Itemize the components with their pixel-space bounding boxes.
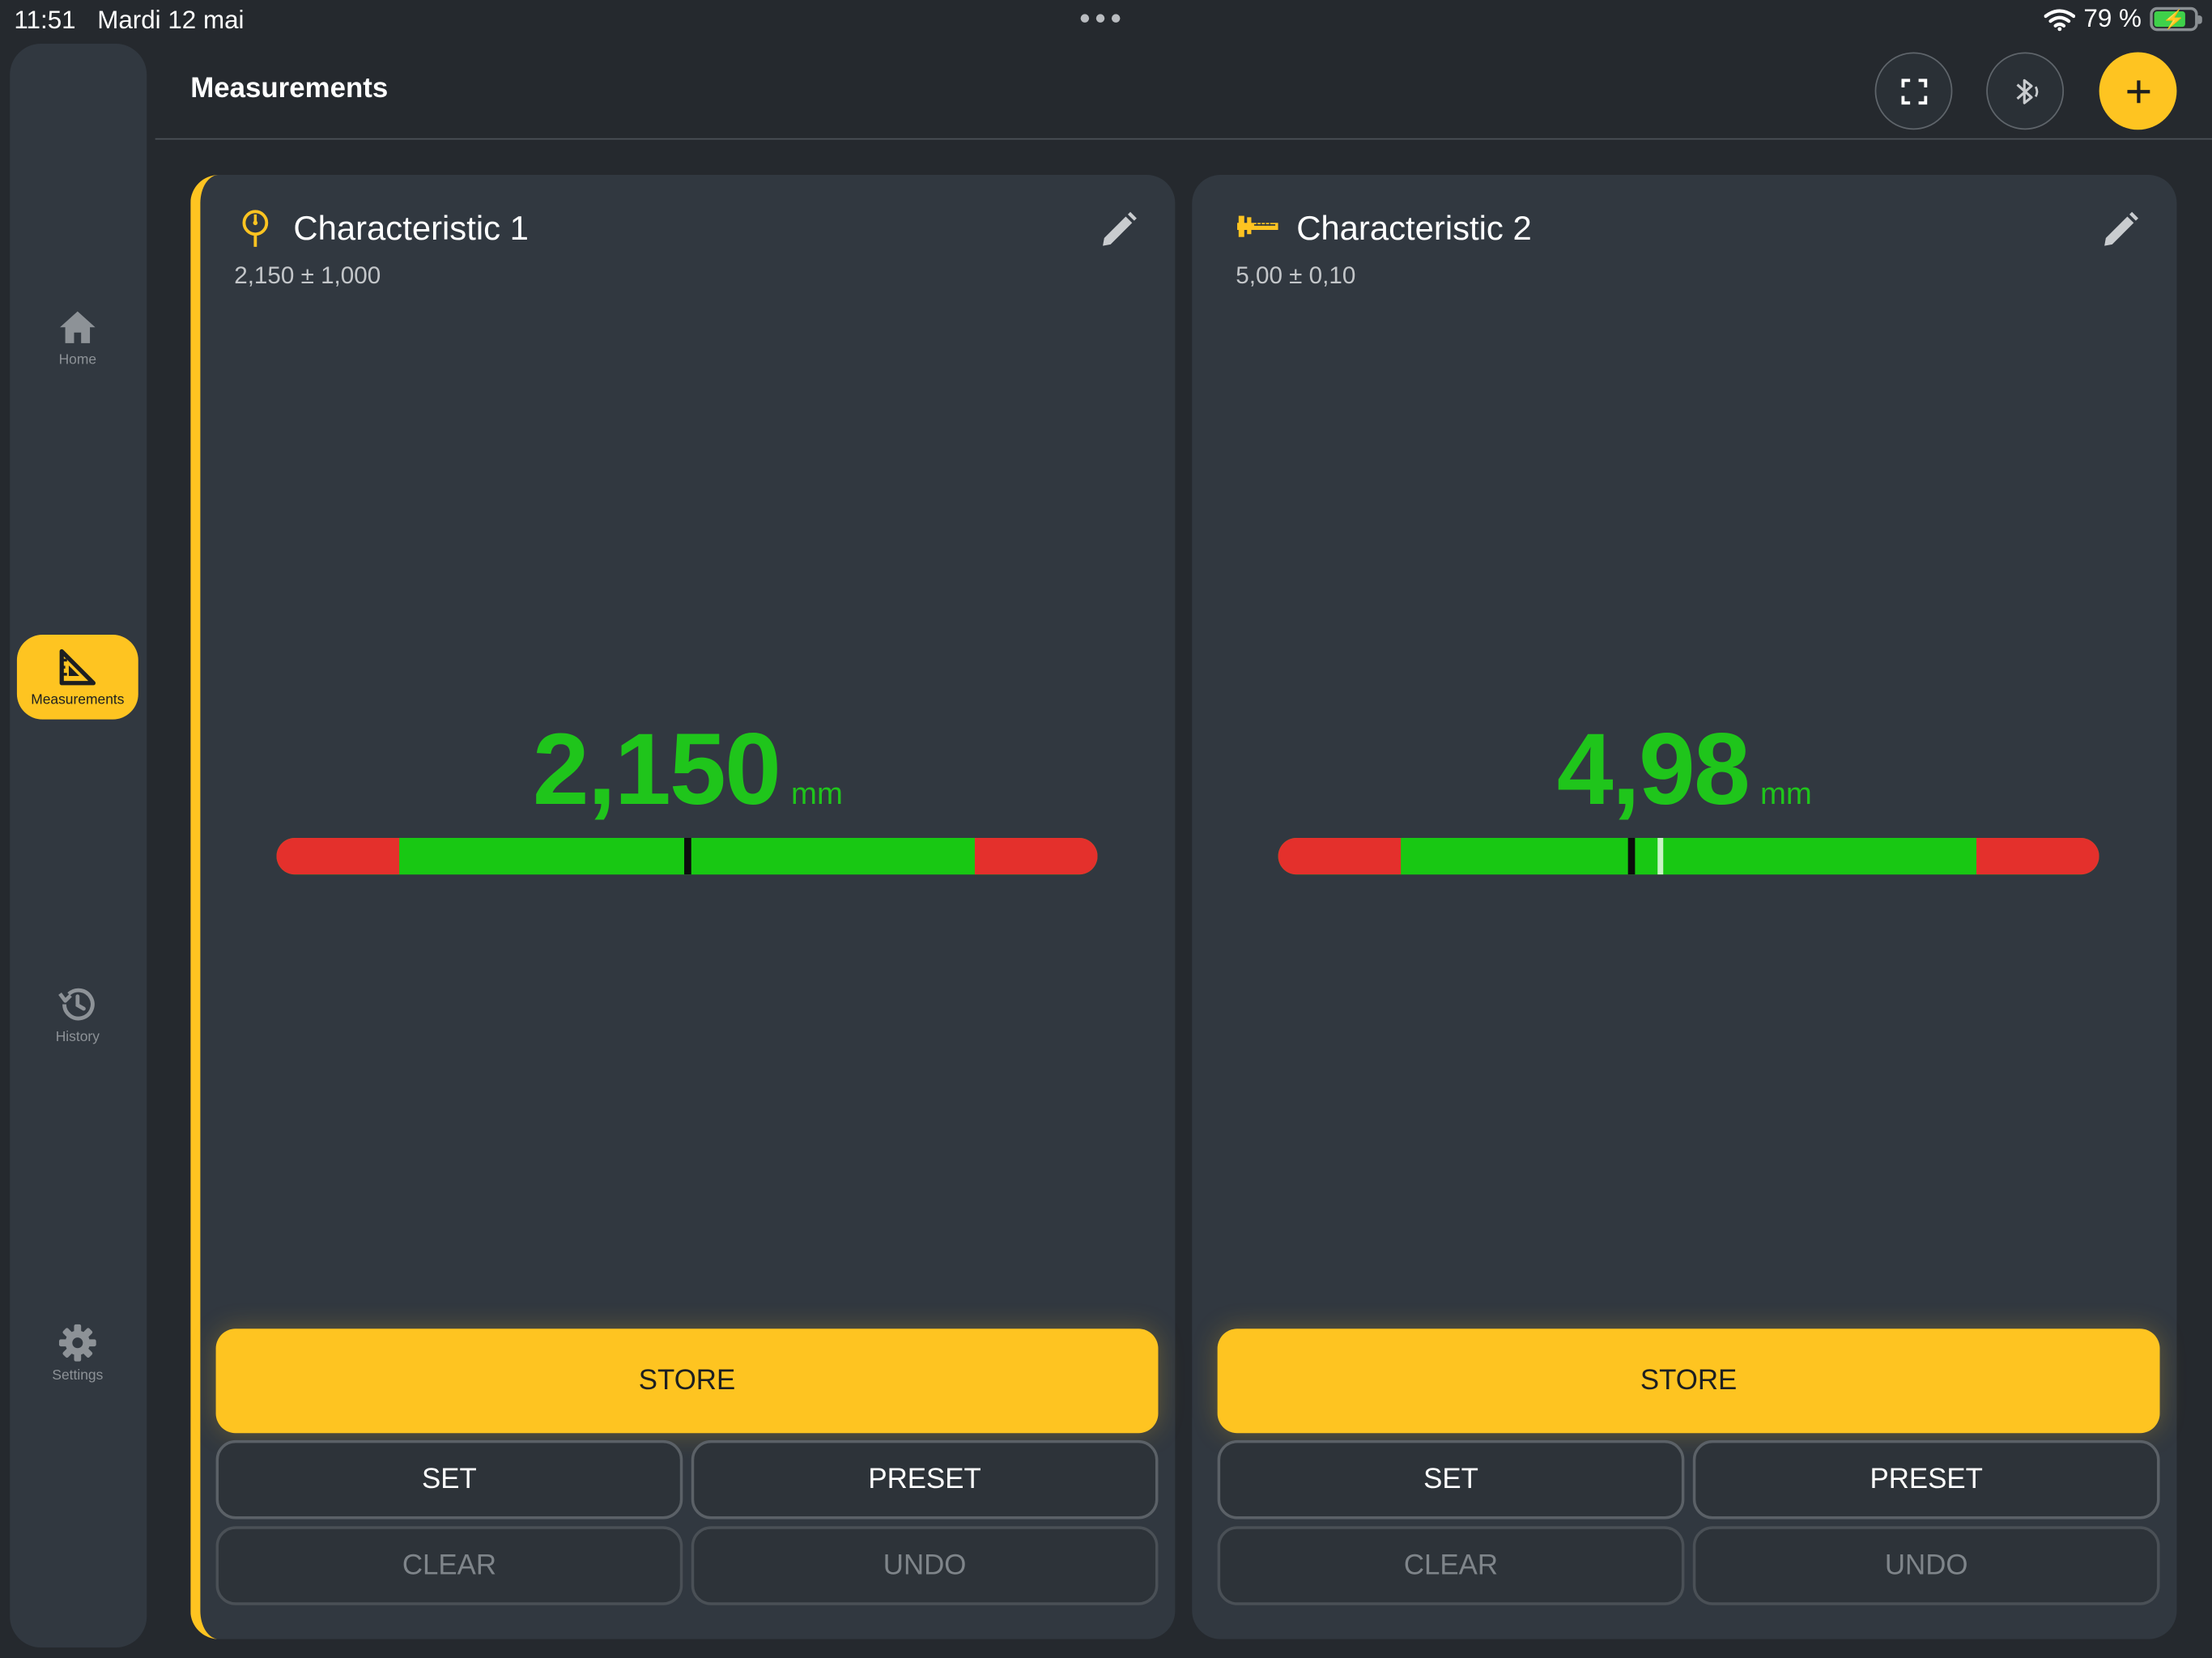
- battery-percent: 79 %: [2083, 4, 2142, 33]
- sidebar: Home Measurements History Settings: [10, 44, 147, 1648]
- fullscreen-button[interactable]: [1874, 52, 1953, 130]
- dial-indicator-icon: [242, 210, 269, 247]
- add-button[interactable]: [2099, 52, 2177, 130]
- preset-button[interactable]: PRESET: [1692, 1439, 2160, 1520]
- header-divider: [155, 138, 2212, 140]
- gauge-value-indicator: [1657, 837, 1663, 875]
- preset-button[interactable]: PRESET: [691, 1439, 1159, 1520]
- wifi-icon: [2044, 8, 2075, 31]
- reading-unit: mm: [791, 776, 843, 811]
- bluetooth-icon: [2015, 78, 2038, 104]
- card-title: Characteristic 2: [1296, 210, 1532, 249]
- sidebar-item-label: Home: [58, 352, 97, 368]
- measure-triangle-icon: [59, 648, 96, 686]
- reading-display: 4,98 mm: [1192, 712, 2176, 827]
- status-indicators: 79 % ⚡: [2044, 4, 2202, 34]
- edit-icon[interactable]: [1098, 209, 1140, 251]
- fullscreen-icon: [1900, 78, 1927, 104]
- sidebar-item-history[interactable]: History: [17, 971, 138, 1056]
- sidebar-item-label: Measurements: [31, 692, 125, 708]
- tolerance-gauge: [276, 837, 1098, 875]
- battery-icon: ⚡: [2150, 6, 2202, 32]
- gauge-zone-high: [974, 837, 1098, 875]
- reading-value: 2,150: [532, 713, 781, 827]
- sidebar-item-label: Settings: [52, 1368, 104, 1384]
- sidebar-item-measurements[interactable]: Measurements: [16, 635, 138, 720]
- page-title: Measurements: [190, 73, 389, 104]
- sidebar-item-settings[interactable]: Settings: [17, 1311, 138, 1396]
- gauge-zone-low: [276, 837, 400, 875]
- bluetooth-button[interactable]: [1986, 52, 2065, 130]
- history-icon: [58, 988, 95, 1021]
- clear-button[interactable]: CLEAR: [1217, 1526, 1685, 1605]
- gauge-nominal-marker: [683, 837, 691, 875]
- status-date: Mardi 12 mai: [97, 5, 245, 34]
- plus-icon: [2126, 79, 2150, 103]
- card-tolerance: 5,00 ± 0,10: [1236, 262, 1356, 290]
- reading-display: 2,150 mm: [200, 712, 1175, 827]
- caliper-icon: [1237, 215, 1278, 237]
- undo-button[interactable]: UNDO: [691, 1526, 1159, 1605]
- tolerance-gauge: [1278, 837, 2099, 875]
- multitasking-dots-icon[interactable]: [1080, 14, 1121, 23]
- gauge-zone-high: [1976, 837, 2099, 875]
- card-tolerance: 2,150 ± 1,000: [234, 262, 381, 290]
- set-button[interactable]: SET: [1217, 1439, 1685, 1520]
- status-time: 11:51: [14, 5, 76, 34]
- undo-button[interactable]: UNDO: [1692, 1526, 2160, 1605]
- gauge-nominal-marker: [1627, 837, 1635, 875]
- reading-unit: mm: [1759, 776, 1812, 811]
- clear-button[interactable]: CLEAR: [215, 1526, 683, 1605]
- sidebar-item-label: History: [55, 1029, 100, 1046]
- edit-icon[interactable]: [2099, 209, 2142, 251]
- store-button[interactable]: STORE: [1217, 1329, 2160, 1434]
- gear-icon: [58, 1324, 96, 1362]
- reading-value: 4,98: [1556, 713, 1750, 827]
- store-button[interactable]: STORE: [215, 1329, 1159, 1434]
- set-button[interactable]: SET: [215, 1439, 683, 1520]
- app-root: 11:51 Mardi 12 mai 79 % ⚡ Home Measureme…: [0, 0, 2212, 1658]
- card-title: Characteristic 1: [293, 210, 529, 249]
- home-icon: [60, 311, 96, 343]
- sidebar-item-home[interactable]: Home: [17, 295, 138, 380]
- gauge-zone-low: [1278, 837, 1402, 875]
